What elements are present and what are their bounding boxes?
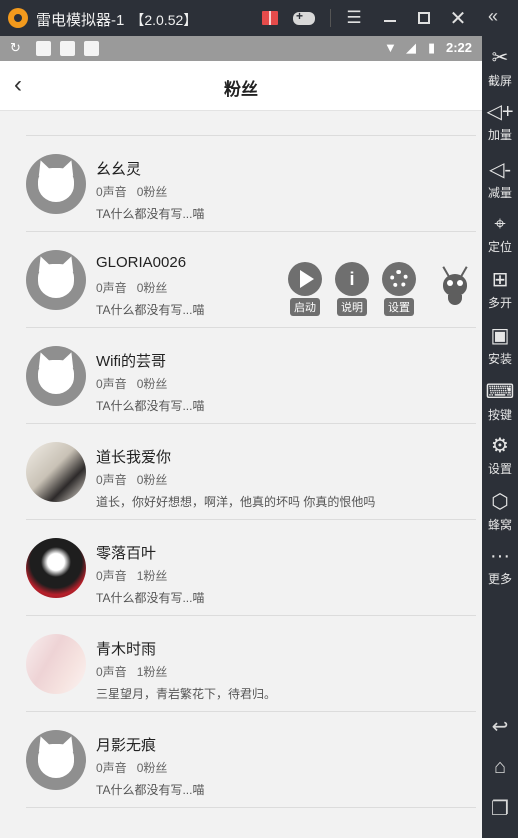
user-name: Wifi的芸哥 — [96, 353, 166, 370]
titlebar-divider — [330, 9, 331, 27]
minimize-button[interactable] — [378, 6, 402, 30]
sidebar-item-volume-up[interactable]: ◁+ 加量 — [482, 100, 518, 143]
close-button[interactable]: ✕ — [446, 6, 470, 30]
user-name: 零落百叶 — [96, 545, 157, 562]
play-icon — [288, 262, 322, 296]
back-nav-icon[interactable]: ↩ — [482, 714, 518, 739]
sidebar-item-location[interactable]: ⌖ 定位 — [482, 212, 518, 255]
recents-nav-icon[interactable]: ❐ — [482, 796, 518, 821]
notification-icon — [36, 41, 51, 56]
user-name: 道长我爱你 — [96, 449, 172, 466]
avatar[interactable] — [26, 154, 86, 214]
avatar[interactable] — [26, 730, 86, 790]
user-name: GLORIA0026 — [96, 254, 187, 271]
emulator-titlebar: 雷电模拟器-1 【2.0.52】 ☰ ✕ — [0, 0, 518, 36]
user-bio: TA什么都没有写...喵 — [96, 207, 205, 221]
avatar[interactable] — [26, 634, 86, 694]
wifi-icon: ▼ — [384, 40, 397, 55]
overlay-settings-button[interactable]: 设置 — [381, 262, 417, 316]
menu-icon[interactable]: ☰ — [342, 6, 366, 30]
home-nav-icon[interactable]: ⌂ — [482, 756, 518, 779]
list-item[interactable]: 道长我爱你 0声音 0粉丝 道长，你好好想想，啊洋，他真的坏吗 你真的恨他吗 — [26, 424, 476, 520]
user-stats: 0声音 0粉丝 — [96, 473, 168, 487]
start-button[interactable]: 启动 — [287, 262, 323, 316]
gift-icon[interactable] — [258, 6, 282, 30]
list-item[interactable]: 幺幺灵 0声音 0粉丝 TA什么都没有写...喵 — [26, 136, 476, 232]
user-bio: TA什么都没有写...喵 — [96, 591, 205, 605]
emulator-logo-icon — [8, 8, 28, 28]
battery-icon: ▮ — [428, 40, 436, 55]
avatar[interactable] — [26, 250, 86, 310]
gear-icon: ⚙ — [491, 435, 509, 457]
avatar[interactable] — [26, 442, 86, 502]
notification-icon — [60, 41, 75, 56]
start-label: 启动 — [290, 298, 320, 316]
user-bio: 三星望月，青岩繁花下，待君归。 — [96, 687, 277, 701]
sidebar-item-volume-down[interactable]: ◁- 减量 — [482, 158, 518, 201]
maximize-button[interactable] — [412, 6, 436, 30]
sidebar-item-multi[interactable]: ⊞ 多开 — [482, 268, 518, 311]
signal-off-icon: ◢ — [406, 40, 416, 55]
multi-instance-icon: ⊞ — [491, 269, 509, 291]
emulator-sidebar: « ✂ 截屏 ◁+ 加量 ◁- 减量 ⌖ 定位 ⊞ 多开 ▣ 安装 ⌨ 按键 ⚙ 设置 ⬡ 蜂窝 … — [482, 0, 518, 838]
status-clock: 2:22 — [446, 40, 473, 55]
followers-list[interactable]: 幺幺灵 0声音 0粉丝 TA什么都没有写...喵 GLORIA0026 0声音 0粉… — [26, 135, 476, 808]
list-item[interactable]: Wifi的芸哥 0声音 0粉丝 TA什么都没有写...喵 — [26, 328, 476, 424]
gamepad-icon[interactable] — [292, 6, 316, 30]
drive-icon — [84, 41, 99, 56]
sidebar-item-install[interactable]: ▣ 安装 — [482, 324, 518, 367]
avatar[interactable] — [26, 346, 86, 406]
version-text: 【2.0.52】 — [130, 12, 198, 28]
sidebar-item-settings[interactable]: ⚙ 设置 — [482, 434, 518, 477]
user-bio: 道长，你好好想想，啊洋，他真的坏吗 你真的恨他吗 — [96, 495, 376, 509]
sidebar-item-more[interactable]: ··· 更多 — [482, 544, 518, 587]
app-screen: ‹ 粉丝 幺幺灵 0声音 0粉丝 TA什么都没有写...喵 GLORIA0026 … — [0, 61, 482, 838]
volume-up-icon: ◁+ — [486, 101, 514, 123]
info-icon: i — [335, 262, 369, 296]
user-name: 月影无痕 — [96, 737, 157, 754]
list-item[interactable]: 零落百叶 0声音 1粉丝 TA什么都没有写...喵 — [26, 520, 476, 616]
apk-install-icon: ▣ — [490, 325, 510, 347]
list-item[interactable]: 月影无痕 0声音 0粉丝 TA什么都没有写...喵 — [26, 712, 476, 808]
window-title-text: 雷电模拟器-1 — [36, 12, 125, 29]
user-stats: 0声音 0粉丝 — [96, 761, 168, 775]
user-name: 幺幺灵 — [96, 161, 142, 178]
user-stats: 0声音 0粉丝 — [96, 185, 168, 199]
avatar[interactable] — [26, 538, 86, 598]
user-stats: 0声音 0粉丝 — [96, 281, 168, 295]
user-stats: 0声音 1粉丝 — [96, 569, 168, 583]
info-button[interactable]: i 说明 — [334, 262, 370, 316]
settings-label: 设置 — [384, 298, 414, 316]
more-icon: ··· — [490, 545, 510, 567]
collapse-icon[interactable]: « — [488, 6, 498, 27]
sidebar-item-hive[interactable]: ⬡ 蜂窝 — [482, 490, 518, 533]
info-label: 说明 — [337, 298, 367, 316]
ant-robot-icon[interactable] — [438, 266, 472, 308]
sync-icon: ↻ — [10, 40, 21, 55]
keyboard-icon: ⌨ — [485, 381, 515, 403]
user-name: 青木时雨 — [96, 641, 157, 658]
list-item[interactable]: 青木时雨 0声音 1粉丝 三星望月，青岩繁花下，待君归。 — [26, 616, 476, 712]
android-status-bar: ↻ ▼ ◢ ▮ 2:22 — [0, 36, 482, 61]
gear-icon — [382, 262, 416, 296]
app-bar: ‹ 粉丝 — [0, 61, 482, 111]
user-bio: TA什么都没有写...喵 — [96, 399, 205, 413]
hive-icon: ⬡ — [491, 491, 509, 513]
sidebar-item-keymap[interactable]: ⌨ 按键 — [482, 380, 518, 423]
user-stats: 0声音 0粉丝 — [96, 377, 168, 391]
window-title: 雷电模拟器-1 【2.0.52】 — [36, 9, 197, 30]
user-bio: TA什么都没有写...喵 — [96, 303, 205, 317]
page-title: 粉丝 — [224, 80, 258, 99]
user-stats: 0声音 1粉丝 — [96, 665, 168, 679]
location-icon: ⌖ — [494, 213, 506, 235]
scissors-icon: ✂ — [491, 47, 509, 69]
sidebar-item-screenshot[interactable]: ✂ 截屏 — [482, 46, 518, 89]
volume-down-icon: ◁- — [488, 159, 512, 181]
user-bio: TA什么都没有写...喵 — [96, 783, 205, 797]
